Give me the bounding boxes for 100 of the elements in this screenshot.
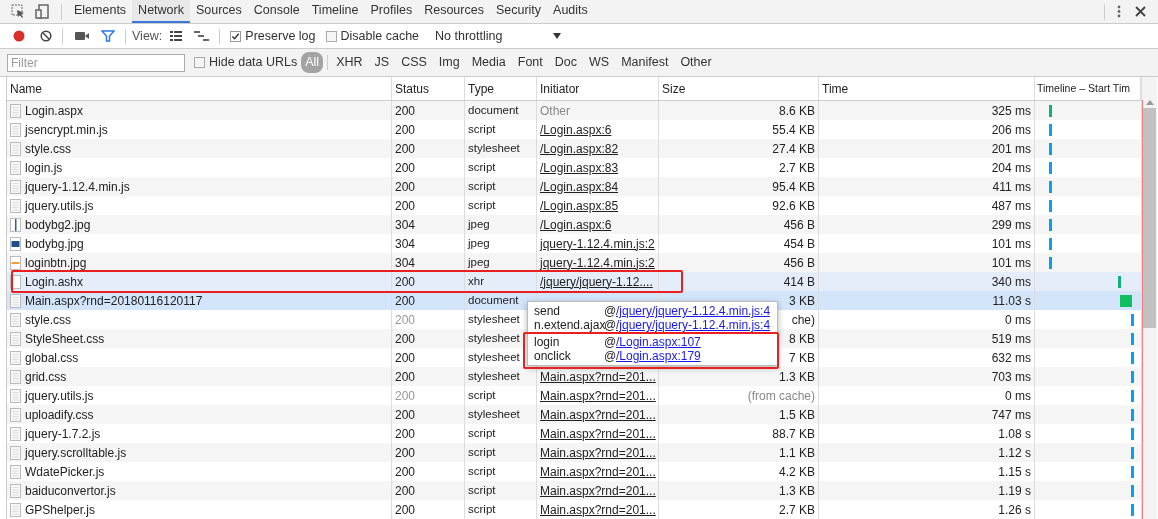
resource-type: stylesheet <box>468 349 520 365</box>
request-time: 519 ms <box>991 330 1031 348</box>
resource-type: xhr <box>468 273 484 289</box>
checkbox-label: Preserve log <box>245 27 316 45</box>
request-time: 299 ms <box>991 216 1031 234</box>
file-name: uploadify.css <box>25 406 94 424</box>
resource-size: 1.5 KB <box>778 406 815 424</box>
status-code: 200 <box>395 311 416 329</box>
request-time: 0 ms <box>1005 311 1031 329</box>
request-time: 206 ms <box>991 121 1031 139</box>
resource-type: jpeg <box>468 216 490 232</box>
resource-type: stylesheet <box>468 330 520 346</box>
resource-type: script <box>468 501 496 517</box>
resource-size: 55.4 KB <box>772 121 815 139</box>
request-time: 204 ms <box>991 159 1031 177</box>
file-name: Main.aspx?rnd=20180116120117 <box>25 292 203 310</box>
resource-type: script <box>468 387 496 403</box>
status-code: 200 <box>395 292 416 310</box>
request-time: 1.26 s <box>998 501 1031 519</box>
request-time: 325 ms <box>991 102 1031 120</box>
resource-size: 1.3 KB <box>778 368 815 386</box>
view-label: View: <box>132 27 163 45</box>
request-time: 487 ms <box>991 197 1031 215</box>
status-code: 200 <box>395 349 416 367</box>
status-code: 304 <box>395 235 416 253</box>
resource-size: 4.2 KB <box>778 463 815 481</box>
file-name: WdatePicker.js <box>25 463 105 481</box>
request-time: 101 ms <box>991 235 1031 253</box>
resource-type: script <box>468 178 496 194</box>
file-name: style.css <box>25 311 71 329</box>
request-time: 632 ms <box>991 349 1031 367</box>
resource-size: 95.4 KB <box>772 178 815 196</box>
file-name: jquery-1.12.4.min.js <box>25 178 130 196</box>
resource-size: che) <box>791 311 815 329</box>
status-code: 304 <box>395 216 416 234</box>
resource-size: 1.3 KB <box>778 482 815 500</box>
request-time: 1.08 s <box>998 425 1031 443</box>
status-code: 200 <box>395 330 416 348</box>
resource-size: 2.7 KB <box>778 501 815 519</box>
resource-type: script <box>468 463 496 479</box>
function-name: login <box>534 335 561 349</box>
resource-size: 88.7 KB <box>772 425 815 443</box>
status-code: 200 <box>395 121 416 139</box>
resource-size: 454 B <box>783 235 815 253</box>
status-code: 200 <box>395 159 416 177</box>
request-time: 0 ms <box>1005 387 1031 405</box>
file-name: Login.ashx <box>25 273 84 291</box>
status-code: 200 <box>395 102 416 120</box>
file-name: grid.css <box>25 368 67 386</box>
file-name: style.css <box>25 140 71 158</box>
status-code: 200 <box>395 444 416 462</box>
resource-type: script <box>468 482 496 498</box>
resource-size: 8 KB <box>789 330 815 348</box>
file-name: bodybg.jpg <box>25 235 84 253</box>
request-time: 1.19 s <box>998 482 1031 500</box>
resource-type: stylesheet <box>468 311 520 327</box>
request-time: 201 ms <box>991 140 1031 158</box>
resource-size: (from cache) <box>747 387 815 405</box>
function-name: onclick <box>534 349 572 363</box>
request-time: 11.03 s <box>992 292 1031 310</box>
status-code: 200 <box>395 387 416 405</box>
resource-type: stylesheet <box>468 140 520 156</box>
status-code: 200 <box>395 463 416 481</box>
at-sign: @ <box>604 349 616 363</box>
function-name: n.extend.ajax <box>534 318 604 332</box>
request-time: 703 ms <box>991 368 1031 386</box>
request-time: 101 ms <box>991 254 1031 272</box>
file-name: jquery.utils.js <box>25 387 94 405</box>
resource-type: jpeg <box>468 235 490 251</box>
file-name: login.js <box>25 159 63 177</box>
resource-size: 456 B <box>783 216 815 234</box>
checkbox-label: Hide data URLs <box>209 54 298 72</box>
status-code: 200 <box>395 140 416 158</box>
file-name: jsencrypt.min.js <box>25 121 108 139</box>
file-name: Login.aspx <box>25 102 84 120</box>
file-name: baiduconvertor.js <box>25 482 116 500</box>
file-name: jquery.scrolltable.js <box>25 444 127 462</box>
request-time: 1.15 s <box>998 463 1031 481</box>
resource-size: 3 KB <box>789 292 815 310</box>
resource-size: 456 B <box>783 254 815 272</box>
status-code: 200 <box>395 425 416 443</box>
resource-type: jpeg <box>468 254 490 270</box>
file-name: global.css <box>25 349 79 367</box>
request-time: 1.12 s <box>998 444 1031 462</box>
file-name: bodybg2.jpg <box>25 216 91 234</box>
file-name: GPShelper.js <box>25 501 96 519</box>
resource-size: 92.6 KB <box>772 197 815 215</box>
status-code: 200 <box>395 501 416 519</box>
status-code: 200 <box>395 178 416 196</box>
resource-type: document <box>468 102 519 118</box>
status-code: 200 <box>395 197 416 215</box>
resource-type: script <box>468 197 496 213</box>
status-code: 200 <box>395 406 416 424</box>
at-sign: @ <box>604 318 616 332</box>
status-code: 200 <box>395 273 416 291</box>
file-name: loginbtn.jpg <box>25 254 87 272</box>
request-time: 340 ms <box>991 273 1031 291</box>
resource-size: 2.7 KB <box>778 159 815 177</box>
status-code: 304 <box>395 254 416 272</box>
resource-size: 7 KB <box>789 349 815 367</box>
